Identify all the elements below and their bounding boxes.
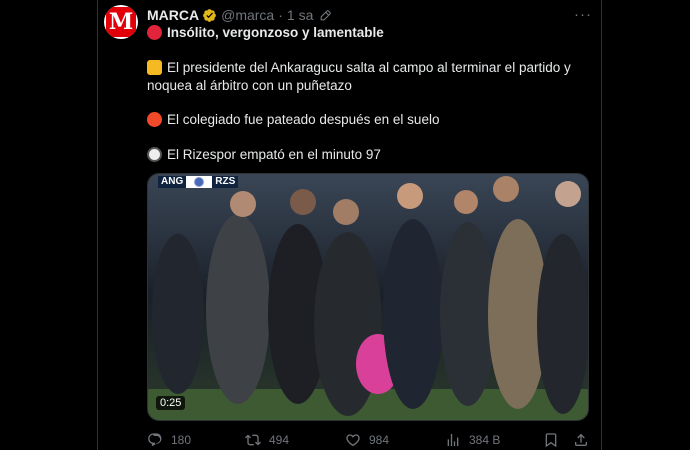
share-icon xyxy=(575,433,587,446)
avatar[interactable]: M xyxy=(104,5,138,39)
scoreboard: ANG RZS xyxy=(158,176,239,188)
tweet[interactable]: M MARCA @marca · 1 sa ··· Insólito, verg… xyxy=(98,0,601,450)
verified-badge-icon[interactable] xyxy=(202,8,217,23)
separator-dot: · xyxy=(278,7,283,23)
fist-emoji-icon xyxy=(147,60,162,75)
timeline-right-border xyxy=(601,0,602,450)
scoreboard-home: ANG xyxy=(158,176,187,188)
repost-count: 494 xyxy=(269,433,290,447)
tweet-line-1: Insólito, vergonzoso y lamentable xyxy=(147,24,384,42)
more-options-icon[interactable]: ··· xyxy=(574,6,592,23)
scoreboard-crest xyxy=(186,176,213,188)
views-button[interactable]: 384 B xyxy=(445,432,500,448)
tweet-timestamp[interactable]: 1 sa xyxy=(287,7,313,23)
tweet-line-4-text: El colegiado fue pateado después en el s… xyxy=(167,112,440,127)
share-button[interactable] xyxy=(573,432,589,448)
reply-button[interactable]: 180 xyxy=(147,432,191,448)
angry-face-emoji-icon xyxy=(147,25,162,40)
views-chart-icon xyxy=(447,434,459,446)
tweet-line-5: El Rizespor empató en el minuto 97 xyxy=(147,146,381,164)
bookmark-button[interactable] xyxy=(543,432,559,448)
collision-emoji-icon xyxy=(147,112,162,127)
scoreboard-away: RZS xyxy=(212,176,239,188)
video-frame xyxy=(148,174,588,420)
heart-icon xyxy=(346,434,360,447)
tweet-line-1-text: Insólito, vergonzoso y lamentable xyxy=(167,25,384,40)
tweet-header: MARCA @marca · 1 sa xyxy=(147,6,332,24)
like-button[interactable]: 984 xyxy=(345,432,389,448)
league-logo-icon xyxy=(194,177,205,187)
tweet-line-4: El colegiado fue pateado después en el s… xyxy=(147,111,439,129)
reply-icon xyxy=(148,433,162,447)
tweet-line-5-text: El Rizespor empató en el minuto 97 xyxy=(167,147,381,162)
edit-pen-icon[interactable] xyxy=(319,9,332,22)
tweet-line-3: noquea al árbitro con un puñetazo xyxy=(147,77,352,95)
tweet-line-2-text: El presidente del Ankaragucu salta al ca… xyxy=(167,60,571,75)
reply-count: 180 xyxy=(171,433,192,447)
tweet-line-2: El presidente del Ankaragucu salta al ca… xyxy=(147,59,571,77)
author-handle[interactable]: @marca xyxy=(221,7,274,23)
marca-logo-letter: M xyxy=(108,9,134,35)
tweet-line-3-text: noquea al árbitro con un puñetazo xyxy=(147,78,352,93)
soccer-ball-emoji-icon xyxy=(147,147,162,162)
views-count: 384 B xyxy=(469,433,501,447)
repost-icon xyxy=(245,434,261,446)
marca-logo: M xyxy=(106,7,136,37)
bookmark-icon xyxy=(545,433,557,448)
video-duration: 0:25 xyxy=(156,396,186,410)
author-name[interactable]: MARCA xyxy=(147,7,199,23)
video-player[interactable]: ANG RZS 0:25 xyxy=(147,173,589,421)
repost-button[interactable]: 494 xyxy=(245,432,289,448)
tweet-actions: 180 494 984 384 B xyxy=(147,430,587,450)
like-count: 984 xyxy=(369,433,390,447)
